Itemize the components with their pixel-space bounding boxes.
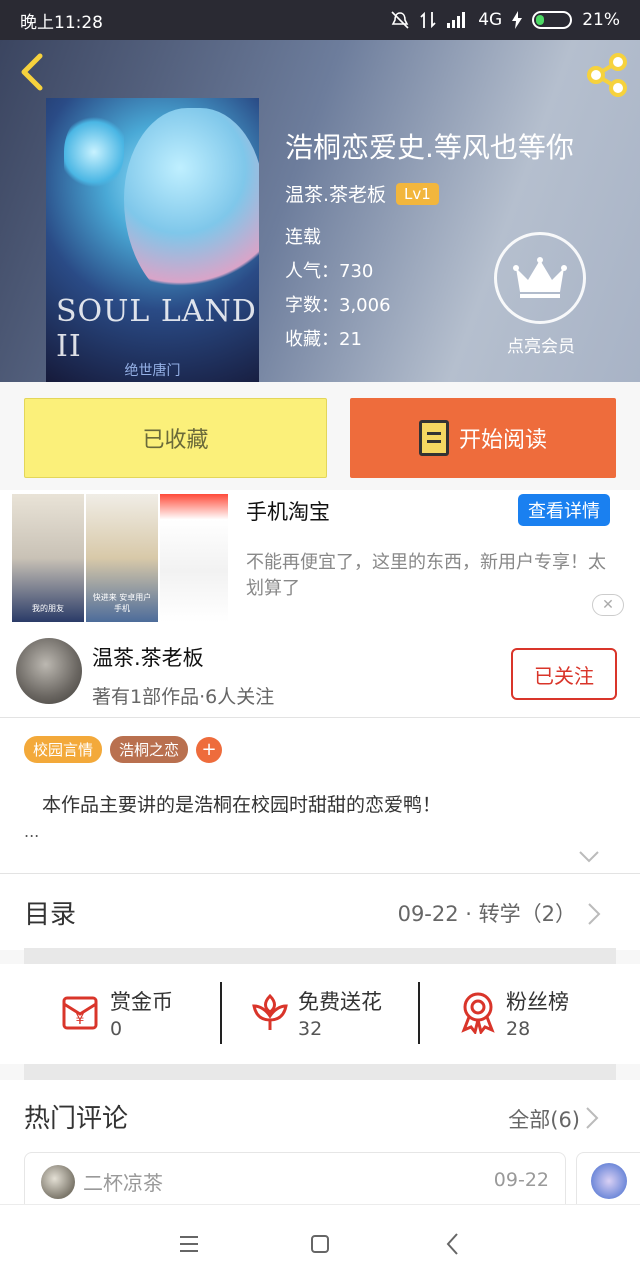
ad-image[interactable]: 快进来 安卓用户手机 (86, 494, 158, 622)
level-badge: Lv1 (396, 182, 439, 205)
toc-latest-chapter[interactable]: 09-22 · 转学（2） (398, 898, 576, 928)
comment-user: 二杯凉茶 (83, 1171, 163, 1195)
book-status: 连载 (285, 227, 321, 248)
status-bar: 晚上11:28 4G 21% (0, 0, 640, 40)
comments-title: 热门评论 (24, 1104, 129, 1134)
divider (220, 982, 222, 1044)
system-nav-bar (0, 1204, 640, 1280)
member-button[interactable] (494, 232, 586, 324)
avatar[interactable] (591, 1163, 627, 1199)
back-nav-icon[interactable] (440, 1231, 466, 1257)
comment-date: 09-22 (493, 1169, 549, 1191)
intro-ellipsis: ... (24, 822, 40, 841)
avatar[interactable] (41, 1165, 75, 1199)
back-icon[interactable] (14, 52, 54, 92)
book-word-count: 字数：3,006 (285, 295, 391, 316)
flower-icon (252, 993, 288, 1030)
battery-icon (532, 11, 573, 29)
start-reading-button[interactable]: 开始阅读 (350, 398, 616, 478)
add-tag-button[interactable]: + (196, 736, 223, 763)
hot-comments: 热门评论 全部(6) 二杯凉茶 09-22 (0, 1080, 640, 1212)
svg-text:¥: ¥ (76, 1012, 85, 1028)
tag-list: 校园言情 浩桐之恋 + (24, 736, 223, 763)
tag-item[interactable]: 浩桐之恋 (110, 736, 189, 763)
collected-button[interactable]: 已收藏 (24, 398, 327, 478)
book-cover[interactable]: SOUL LAND II 绝世唐门 (46, 98, 259, 382)
book-title: 浩桐恋爱史.等风也等你 (285, 131, 574, 164)
ad-description: 不能再便宜了，这里的东西，新用户专享！太划算了 (246, 552, 606, 599)
menu-icon[interactable] (176, 1231, 202, 1257)
book-popularity: 人气：730 (285, 261, 374, 282)
ad-detail-button[interactable]: 查看详情 (518, 494, 610, 526)
ad-app-name: 手机淘宝 (246, 500, 330, 524)
share-icon[interactable] (584, 52, 630, 98)
toc-title: 目录 (24, 900, 77, 930)
data-transfer-icon (420, 11, 436, 29)
charging-icon (512, 11, 523, 29)
book-favorites: 收藏：21 (285, 329, 362, 350)
mute-icon (391, 11, 409, 29)
book-author[interactable]: 温茶.茶老板 (285, 180, 386, 207)
ad-banner[interactable]: 我的朋友 快进来 安卓用户手机 手机淘宝 查看详情 不能再便宜了，这里的东西，新… (0, 490, 640, 624)
crown-icon (513, 257, 567, 298)
cover-art-title: SOUL LAND II (56, 294, 257, 364)
chevron-right-icon[interactable] (586, 902, 602, 926)
ad-image[interactable]: 我的朋友 (12, 494, 84, 622)
comment-card[interactable] (576, 1152, 640, 1212)
rewards-bar: ¥ 赏金币 0 免费送花 32 粉丝榜 28 (0, 964, 640, 1064)
table-of-contents[interactable]: 目录 09-22 · 转学（2） (0, 874, 640, 950)
red-envelope-icon: ¥ (62, 996, 98, 1030)
medal-icon (461, 992, 495, 1034)
member-label[interactable]: 点亮会员 (496, 332, 586, 357)
follow-button[interactable]: 已关注 (511, 648, 617, 700)
tag-item[interactable]: 校园言情 (24, 736, 103, 763)
author-summary: 著有1部作品·6人关注 (92, 686, 275, 708)
ad-close-icon[interactable]: ✕ (592, 594, 624, 616)
reward-coin[interactable]: ¥ 赏金币 0 (60, 982, 256, 1046)
reward-flower[interactable]: 免费送花 32 (248, 982, 444, 1046)
signal-icon (447, 12, 466, 28)
divider (24, 1064, 616, 1080)
home-icon[interactable] (307, 1231, 333, 1257)
author-name[interactable]: 温茶.茶老板 (92, 642, 204, 672)
comments-all-link[interactable]: 全部(6) (508, 1104, 580, 1134)
reward-fan-rank[interactable]: 粉丝榜 28 (456, 982, 640, 1046)
status-time: 晚上11:28 (20, 12, 103, 33)
comment-card[interactable]: 二杯凉茶 09-22 (24, 1152, 566, 1212)
battery-percent: 21% (582, 10, 620, 30)
author-card[interactable]: 温茶.茶老板 著有1部作品·6人关注 已关注 (0, 624, 640, 718)
divider (418, 982, 420, 1044)
intro-text: 本作品主要讲的是浩桐在校园时甜甜的恋爱鸭！ (42, 794, 442, 816)
book-header: SOUL LAND II 绝世唐门 浩桐恋爱史.等风也等你 温茶.茶老板 Lv1… (0, 40, 640, 382)
cover-art-subtitle: 绝世唐门 (124, 363, 181, 379)
start-reading-label: 开始阅读 (458, 428, 547, 453)
book-icon (418, 420, 449, 456)
network-type: 4G (478, 10, 503, 30)
divider (24, 948, 616, 964)
chevron-right-icon[interactable] (584, 1106, 600, 1130)
book-intro: 校园言情 浩桐之恋 + 本作品主要讲的是浩桐在校园时甜甜的恋爱鸭！ ... (0, 718, 640, 874)
ad-image[interactable] (160, 494, 228, 622)
chevron-down-icon[interactable] (578, 850, 600, 864)
avatar[interactable] (16, 638, 82, 704)
